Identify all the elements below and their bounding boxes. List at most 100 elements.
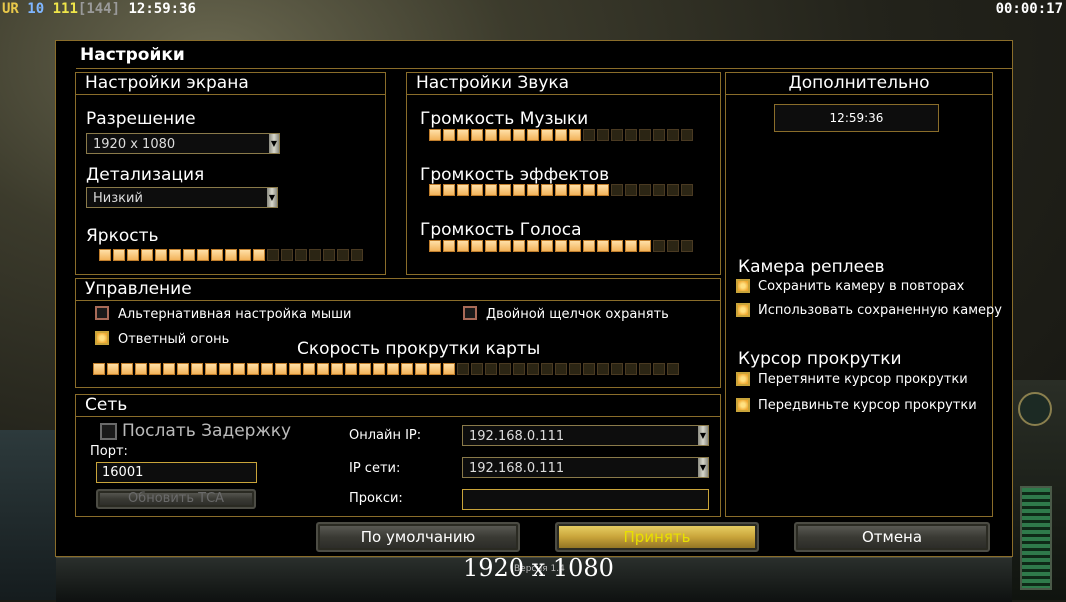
slider-segment[interactable] — [345, 363, 357, 375]
slider-segment[interactable] — [597, 184, 609, 196]
slider-segment[interactable] — [113, 249, 125, 261]
slider-segment[interactable] — [653, 129, 665, 141]
slider-segment[interactable] — [323, 249, 335, 261]
slider-segment[interactable] — [555, 363, 567, 375]
slider-segment[interactable] — [625, 240, 637, 252]
cancel-button[interactable]: Отмена — [794, 522, 990, 552]
slider-segment[interactable] — [583, 240, 595, 252]
slider-segment[interactable] — [681, 184, 693, 196]
slider-segment[interactable] — [583, 184, 595, 196]
slider-segment[interactable] — [541, 240, 553, 252]
slider-segment[interactable] — [281, 249, 293, 261]
slider-segment[interactable] — [569, 184, 581, 196]
slider-segment[interactable] — [471, 129, 483, 141]
slider-segment[interactable] — [639, 363, 651, 375]
slider-segment[interactable] — [295, 249, 307, 261]
slider-segment[interactable] — [471, 184, 483, 196]
chevron-down-icon[interactable]: ▼ — [267, 188, 277, 207]
slider-segment[interactable] — [359, 363, 371, 375]
chevron-down-icon[interactable]: ▼ — [269, 134, 279, 153]
slider-segment[interactable] — [443, 129, 455, 141]
slider-segment[interactable] — [499, 129, 511, 141]
lan-ip-select[interactable]: 192.168.0.111 ▼ — [462, 457, 709, 478]
accept-button[interactable]: Принять — [555, 522, 759, 552]
online-ip-select[interactable]: 192.168.0.111 ▼ — [462, 425, 709, 446]
slider-segment[interactable] — [331, 363, 343, 375]
slider-segment[interactable] — [309, 249, 321, 261]
slider-segment[interactable] — [583, 129, 595, 141]
slider-segment[interactable] — [555, 240, 567, 252]
slider-segment[interactable] — [499, 240, 511, 252]
slider-segment[interactable] — [443, 363, 455, 375]
slider-segment[interactable] — [205, 363, 217, 375]
slider-segment[interactable] — [289, 363, 301, 375]
slider-segment[interactable] — [471, 363, 483, 375]
chevron-down-icon[interactable]: ▼ — [698, 426, 708, 445]
slider-segment[interactable] — [351, 249, 363, 261]
slider-segment[interactable] — [653, 363, 665, 375]
slider-segment[interactable] — [457, 184, 469, 196]
slider-segment[interactable] — [499, 363, 511, 375]
slider-segment[interactable] — [513, 363, 525, 375]
slider-segment[interactable] — [197, 249, 209, 261]
slider-segment[interactable] — [401, 363, 413, 375]
slider-segment[interactable] — [261, 363, 273, 375]
slider-segment[interactable] — [211, 249, 223, 261]
port-input[interactable]: 16001 — [96, 462, 257, 483]
slider-segment[interactable] — [177, 363, 189, 375]
slider-segment[interactable] — [513, 129, 525, 141]
slider-segment[interactable] — [527, 184, 539, 196]
slider-segment[interactable] — [225, 249, 237, 261]
scroll-speed-slider[interactable] — [93, 363, 679, 375]
double-click-checkbox[interactable] — [463, 306, 477, 320]
slider-segment[interactable] — [191, 363, 203, 375]
chevron-down-icon[interactable]: ▼ — [698, 458, 708, 477]
slider-segment[interactable] — [317, 363, 329, 375]
slider-segment[interactable] — [183, 249, 195, 261]
slider-segment[interactable] — [667, 184, 679, 196]
slider-segment[interactable] — [163, 363, 175, 375]
alt-mouse-checkbox[interactable] — [95, 306, 109, 320]
slider-segment[interactable] — [429, 363, 441, 375]
defaults-button[interactable]: По умолчанию — [316, 522, 520, 552]
music-volume-slider[interactable] — [429, 129, 693, 141]
slider-segment[interactable] — [373, 363, 385, 375]
brightness-slider[interactable] — [99, 249, 363, 261]
slider-segment[interactable] — [429, 184, 441, 196]
slider-segment[interactable] — [127, 249, 139, 261]
slider-segment[interactable] — [239, 249, 251, 261]
slider-segment[interactable] — [141, 249, 153, 261]
slider-segment[interactable] — [443, 184, 455, 196]
slider-segment[interactable] — [513, 184, 525, 196]
slider-segment[interactable] — [387, 363, 399, 375]
slider-segment[interactable] — [275, 363, 287, 375]
resolution-select[interactable]: 1920 x 1080 ▼ — [86, 133, 280, 154]
slider-segment[interactable] — [499, 184, 511, 196]
drag-cursor-checkbox[interactable] — [736, 372, 750, 386]
slider-segment[interactable] — [99, 249, 111, 261]
slider-segment[interactable] — [485, 240, 497, 252]
slider-segment[interactable] — [555, 184, 567, 196]
slider-segment[interactable] — [93, 363, 105, 375]
slider-segment[interactable] — [597, 129, 609, 141]
slider-segment[interactable] — [233, 363, 245, 375]
slider-segment[interactable] — [485, 129, 497, 141]
slider-segment[interactable] — [429, 240, 441, 252]
slider-segment[interactable] — [639, 129, 651, 141]
slider-segment[interactable] — [513, 240, 525, 252]
send-delay-checkbox[interactable] — [100, 423, 117, 440]
slider-segment[interactable] — [569, 240, 581, 252]
slider-segment[interactable] — [555, 129, 567, 141]
slider-segment[interactable] — [485, 184, 497, 196]
slider-segment[interactable] — [541, 129, 553, 141]
slider-segment[interactable] — [667, 363, 679, 375]
voice-volume-slider[interactable] — [429, 240, 693, 252]
slider-segment[interactable] — [611, 363, 623, 375]
slider-segment[interactable] — [639, 240, 651, 252]
use-saved-camera-checkbox[interactable] — [736, 303, 750, 317]
slider-segment[interactable] — [303, 363, 315, 375]
slider-segment[interactable] — [253, 249, 265, 261]
slider-segment[interactable] — [457, 363, 469, 375]
return-fire-checkbox[interactable] — [95, 331, 109, 345]
slider-segment[interactable] — [625, 363, 637, 375]
